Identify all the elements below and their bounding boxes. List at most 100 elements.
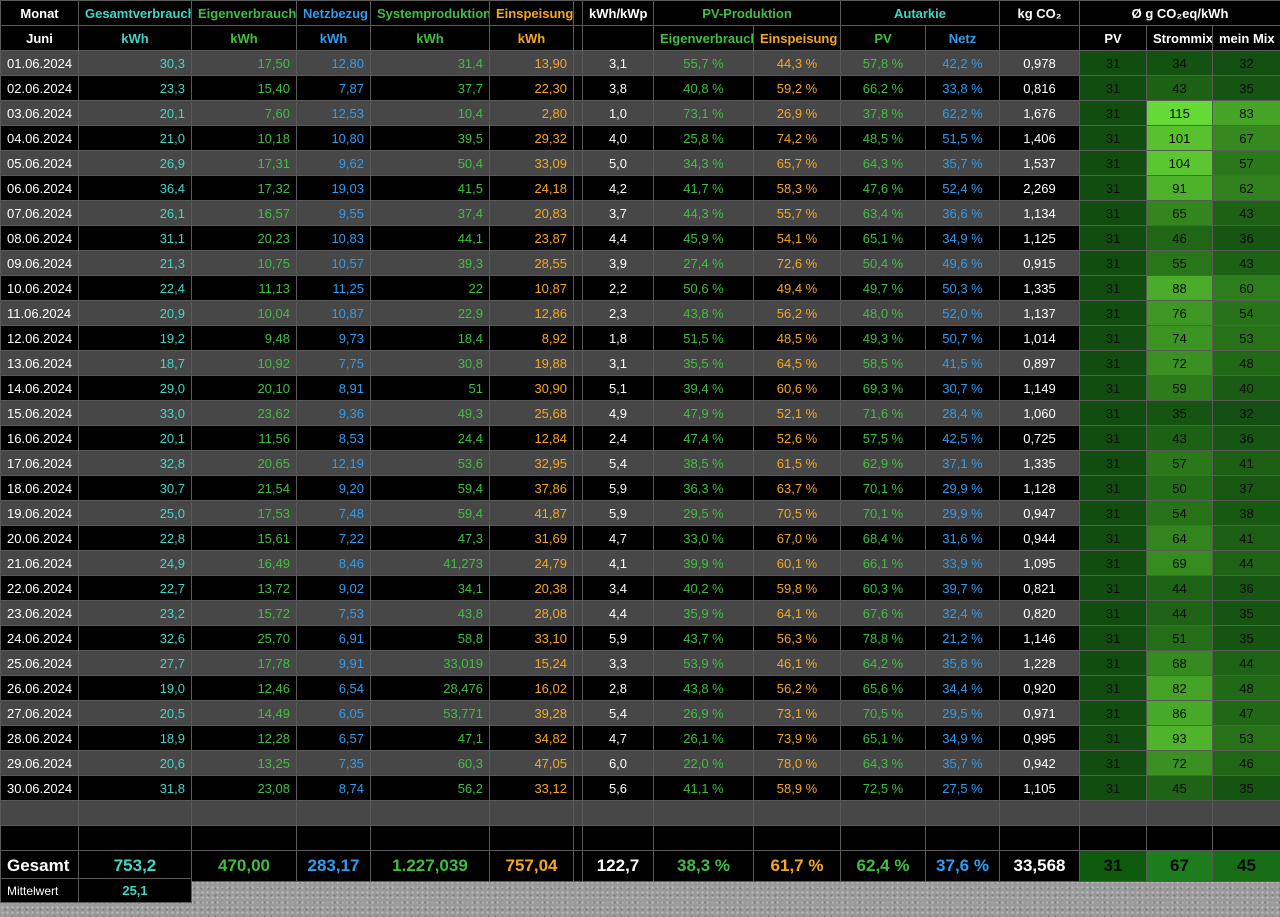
cell-autarkie-pv: 58,5 %: [840, 350, 926, 376]
cell-netzbezug: 7,22: [296, 525, 371, 551]
cell-co2-strommix: 59: [1146, 375, 1213, 401]
cell-autarkie-pv: 65,1 %: [840, 725, 926, 751]
cell-gesamtverbrauch: 25,0: [78, 500, 192, 526]
cell-autarkie-netz: 30,7 %: [925, 375, 1000, 401]
table-row: 09.06.2024 21,3 10,75 10,57 39,3 28,55 3,9 27,4…: [0, 250, 1280, 276]
table-row: 24.06.2024 32,6 25,70 6,91 58,8 33,10 5,9 43,7 …: [0, 625, 1280, 651]
cell-pv-einspeisung: 64,1 %: [753, 600, 841, 626]
table-row: 20.06.2024 22,8 15,61 7,22 47,3 31,69 4,7 33,0 …: [0, 525, 1280, 551]
cell-pv-eigenverbrauch: 40,2 %: [653, 575, 754, 601]
cell-co2-pv: 31: [1079, 125, 1147, 151]
cell-co2-strommix: 88: [1146, 275, 1213, 301]
cell-kg-co2: 1,335: [999, 275, 1080, 301]
cell-systemproduktion: 18,4: [370, 325, 490, 351]
cell-kwh-kwp: 2,4: [582, 425, 654, 451]
cell-pv-einspeisung: 52,1 %: [753, 400, 841, 426]
cell-netzbezug: 10,80: [296, 125, 371, 151]
cell-kg-co2: 0,942: [999, 750, 1080, 776]
cell-pv-eigenverbrauch: 33,0 %: [653, 525, 754, 551]
cell-kwh-kwp: 4,7: [582, 725, 654, 751]
cell-kwh-kwp: 4,0: [582, 125, 654, 151]
cell-co2-pv: 31: [1079, 175, 1147, 201]
cell-gesamtverbrauch: 20,1: [78, 425, 192, 451]
cell-co2-mein-mix: 38: [1212, 500, 1280, 526]
cell-netzbezug: 7,75: [296, 350, 371, 376]
table-row: 22.06.2024 22,7 13,72 9,02 34,1 20,38 3,4 40,2 …: [0, 575, 1280, 601]
cell-autarkie-netz: 37,1 %: [925, 450, 1000, 476]
cell-einspeisung: 29,32: [489, 125, 574, 151]
cell-column-gap: [573, 150, 583, 176]
cell-gesamtverbrauch: 20,6: [78, 750, 192, 776]
cell-co2-strommix: 115: [1146, 100, 1213, 126]
cell-column-gap: [573, 675, 583, 701]
cell-autarkie-pv: 48,0 %: [840, 300, 926, 326]
cell-co2-strommix: 69: [1146, 550, 1213, 576]
cell-einspeisung: 2,80: [489, 100, 574, 126]
cell-co2-pv: 31: [1079, 450, 1147, 476]
cell-column-gap: [573, 175, 583, 201]
cell-gesamtverbrauch: 19,0: [78, 675, 192, 701]
cell-column-gap: [573, 600, 583, 626]
cell-column-gap: [573, 475, 583, 501]
cell-co2-pv: 31: [1079, 250, 1147, 276]
cell-pv-einspeisung: 49,4 %: [753, 275, 841, 301]
cell-autarkie-netz: 49,6 %: [925, 250, 1000, 276]
cell-einspeisung: 37,86: [489, 475, 574, 501]
cell-column-gap: [573, 725, 583, 751]
cell-einspeisung: 12,84: [489, 425, 574, 451]
average-row: Mittelwert 25,1: [0, 878, 192, 903]
cell-pv-eigenverbrauch: 41,1 %: [653, 775, 754, 801]
cell-pv-einspeisung: 73,1 %: [753, 700, 841, 726]
cell-autarkie-pv: 50,4 %: [840, 250, 926, 276]
header-autarkie: Autarkie: [840, 0, 1000, 26]
daily-rows: 01.06.2024 30,3 17,50 12,80 31,4 13,90 3,1 55,7…: [0, 50, 1280, 801]
cell-co2-strommix: 65: [1146, 200, 1213, 226]
cell-pv-eigenverbrauch: 26,1 %: [653, 725, 754, 751]
cell-co2-strommix: 50: [1146, 475, 1213, 501]
cell-pv-eigenverbrauch: 73,1 %: [653, 100, 754, 126]
cell-date: 11.06.2024: [0, 300, 79, 326]
cell-kg-co2: 1,014: [999, 325, 1080, 351]
cell-systemproduktion: 43,8: [370, 600, 490, 626]
cell-autarkie-netz: 35,7 %: [925, 750, 1000, 776]
table-row: 18.06.2024 30,7 21,54 9,20 59,4 37,86 5,9 36,3 …: [0, 475, 1280, 501]
cell-date: 03.06.2024: [0, 100, 79, 126]
cell-eigenverbrauch: 7,60: [191, 100, 297, 126]
cell-column-gap: [573, 525, 583, 551]
cell-co2-pv: 31: [1079, 225, 1147, 251]
cell-autarkie-netz: 34,4 %: [925, 675, 1000, 701]
cell-column-gap: [573, 300, 583, 326]
cell-einspeisung: 15,24: [489, 650, 574, 676]
cell-co2-strommix: 93: [1146, 725, 1213, 751]
total-einspeisung: 757,04: [489, 850, 574, 882]
cell-kwh-kwp: 4,7: [582, 525, 654, 551]
cell-eigenverbrauch: 15,72: [191, 600, 297, 626]
cell-gesamtverbrauch: 26,1: [78, 200, 192, 226]
table-row: 04.06.2024 21,0 10,18 10,80 39,5 29,32 4,0 25,8…: [0, 125, 1280, 151]
cell-kg-co2: 1,095: [999, 550, 1080, 576]
cell-pv-eigenverbrauch: 41,7 %: [653, 175, 754, 201]
cell-eigenverbrauch: 11,56: [191, 425, 297, 451]
cell-date: 13.06.2024: [0, 350, 79, 376]
subheader-blank: [582, 25, 654, 51]
cell-systemproduktion: 49,3: [370, 400, 490, 426]
cell-co2-mein-mix: 46: [1212, 750, 1280, 776]
table-row: 29.06.2024 20,6 13,25 7,35 60,3 47,05 6,0 22,0 …: [0, 750, 1280, 776]
unit-systemproduktion: kWh: [370, 25, 490, 51]
cell-netzbezug: 12,53: [296, 100, 371, 126]
cell-eigenverbrauch: 17,50: [191, 50, 297, 76]
cell-autarkie-netz: 52,4 %: [925, 175, 1000, 201]
cell-autarkie-netz: 31,6 %: [925, 525, 1000, 551]
totals-label: Gesamt: [0, 850, 79, 882]
cell-systemproduktion: 60,3: [370, 750, 490, 776]
cell-column-gap: [573, 425, 583, 451]
cell-column-gap: [573, 775, 583, 801]
cell-kwh-kwp: 5,0: [582, 150, 654, 176]
cell-gesamtverbrauch: 33,0: [78, 400, 192, 426]
cell-date: 20.06.2024: [0, 525, 79, 551]
cell-kg-co2: 1,149: [999, 375, 1080, 401]
cell-eigenverbrauch: 9,48: [191, 325, 297, 351]
cell-kg-co2: 1,125: [999, 225, 1080, 251]
cell-einspeisung: 25,68: [489, 400, 574, 426]
cell-co2-pv: 31: [1079, 575, 1147, 601]
